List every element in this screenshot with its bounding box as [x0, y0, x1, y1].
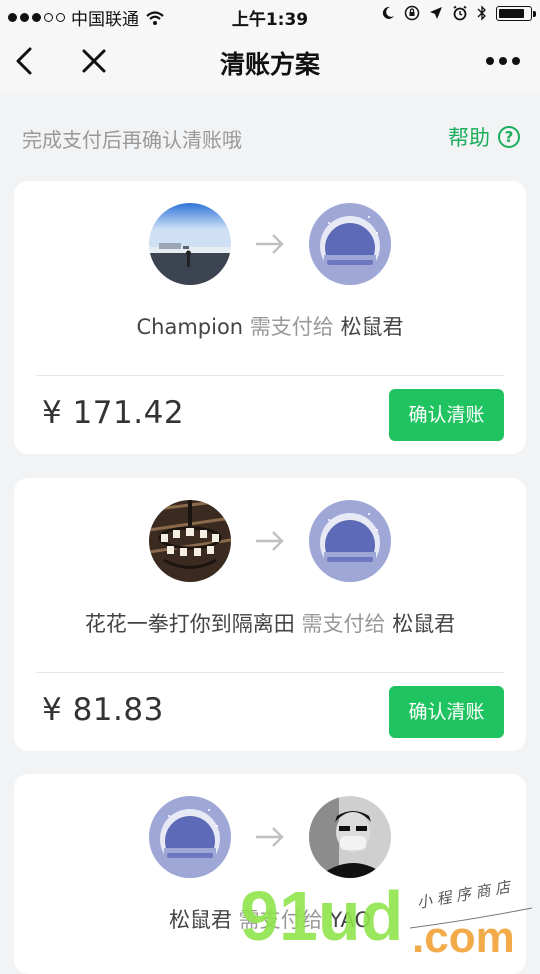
svg-text:小 程 序 商 店: 小 程 序 商 店: [416, 878, 514, 912]
payer-avatar: [149, 203, 231, 285]
settlement-description: 花花一拳打你到隔离田 需支付给 松鼠君: [14, 608, 526, 638]
payer-avatar: [149, 500, 231, 582]
status-bar: 中国联通 上午1:39: [0, 0, 540, 30]
watermark-logo: 91ud .com 小 程 序 商 店: [240, 878, 533, 960]
payer-name: Champion: [136, 315, 244, 339]
bluetooth-icon: [477, 5, 486, 21]
page-title: 清账方案: [219, 50, 320, 79]
confirm-settle-button[interactable]: 确认清账: [389, 686, 504, 738]
settlement-card: Champion 需支付给 松鼠君 ¥ 171.42 确认清账: [14, 181, 526, 454]
payee-avatar: [309, 203, 391, 285]
question-icon: ?: [498, 126, 520, 148]
settlement-description: Champion 需支付给 松鼠君: [14, 311, 526, 341]
more-icon[interactable]: [486, 52, 522, 70]
payee-avatar: [309, 796, 391, 878]
confirm-settle-button[interactable]: 确认清账: [389, 389, 504, 441]
settlement-card: 花花一拳打你到隔离田 需支付给 松鼠君 ¥ 81.83 确认清账: [14, 478, 526, 751]
orientation-lock-icon: [404, 5, 420, 21]
battery-icon: [496, 5, 536, 21]
divider: [36, 375, 504, 376]
payee-name: 松鼠君: [392, 612, 456, 636]
help-link[interactable]: 帮助 ?: [448, 122, 520, 152]
svg-text:91ud: 91ud: [240, 878, 403, 955]
payee-name: 松鼠君: [340, 315, 404, 339]
moon-icon: [382, 6, 394, 19]
payer-name: 花花一拳打你到隔离田: [84, 612, 295, 636]
payer-name: 松鼠君: [168, 908, 232, 932]
pay-verb: 需支付给: [301, 612, 386, 636]
amount: ¥ 81.83: [42, 692, 164, 728]
pay-verb: 需支付给: [249, 315, 334, 339]
payment-hint: 完成支付后再确认清账哦: [22, 128, 242, 152]
alarm-icon: [453, 5, 467, 21]
payer-avatar: [149, 796, 231, 878]
navigation-bar: 清账方案: [0, 30, 540, 92]
arrow-right-icon: [256, 827, 284, 847]
amount: ¥ 171.42: [42, 395, 185, 431]
arrow-right-icon: [256, 234, 284, 254]
divider: [36, 672, 504, 673]
location-icon: [430, 7, 442, 19]
payee-avatar: [309, 500, 391, 582]
help-label: 帮助: [448, 126, 490, 150]
arrow-right-icon: [256, 531, 284, 551]
